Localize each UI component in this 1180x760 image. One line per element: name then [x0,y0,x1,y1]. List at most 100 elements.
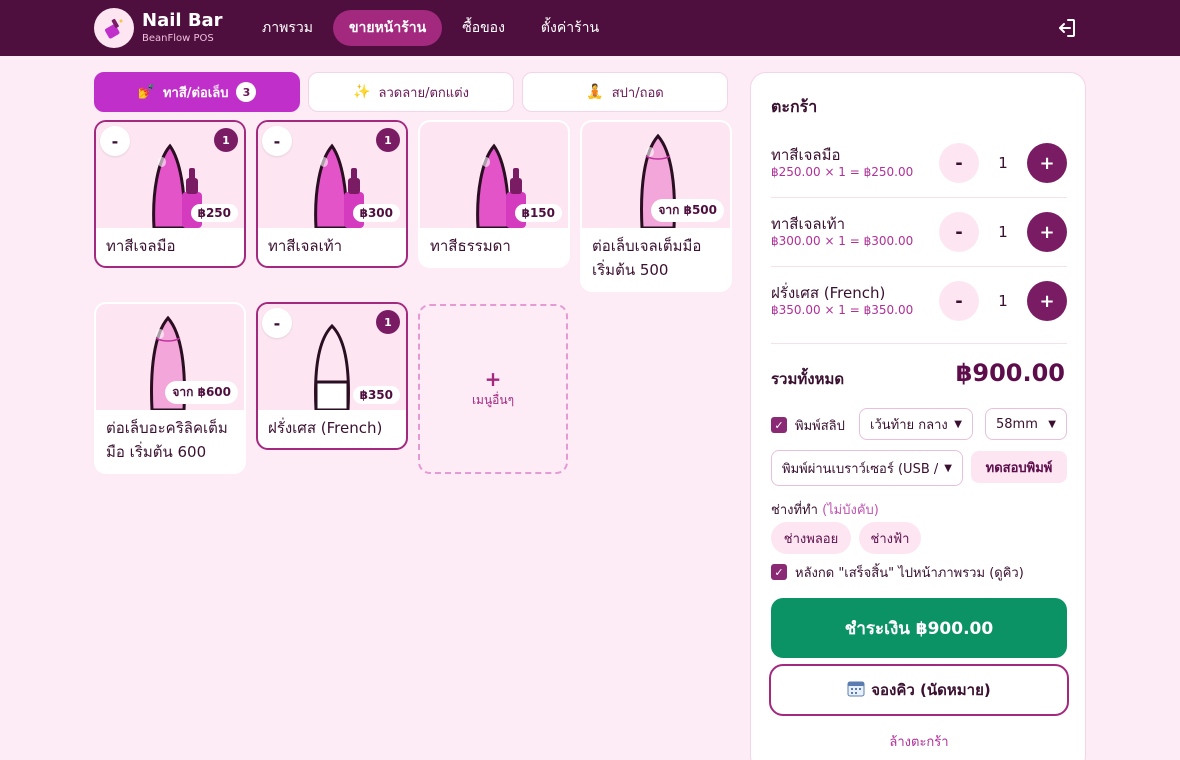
price-tag: ฿350 [352,386,400,404]
cart-item-qty: 1 [998,223,1008,241]
total-label: รวมทั้งหมด [771,370,845,388]
tab-label: ทาสี/ต่อเล็บ [162,85,229,101]
price-tag: จาก ฿600 [165,381,238,404]
quantity-badge: 1 [214,128,238,152]
cart-item-subtotal: ฿350.00 × 1 = ฿350.00 [771,303,914,317]
brand: Nail Bar BeanFlow POS [142,10,223,45]
product-name: ฝรั่งเศส (French) [268,419,383,437]
nail-polish-logo-icon [94,8,134,48]
divider [771,343,1067,344]
brand-subtitle: BeanFlow POS [142,33,214,44]
total-value: ฿900.00 [955,359,1065,387]
printer-select-value: พิมพ์ผ่านเบราว์เซอร์ (USB / [782,461,939,477]
product-card-gel-foot[interactable]: - 1 ฿300 ทาสีเจลเท้า [256,120,408,268]
technician-chip-ploy[interactable]: ช่างพลอย [771,522,851,554]
product-card-gel-hand[interactable]: - 1 ฿250 ทาสีเจลมือ [94,120,246,268]
product-image: ฿150 [420,122,568,228]
top-bar: Nail Bar BeanFlow POS ภาพรวม ขายหน้าร้าน… [0,0,1180,56]
paper-size-select[interactable]: 58mm ▼ [985,408,1067,440]
decrease-button[interactable]: - [939,281,979,321]
product-name: ต่อเล็บอะคริลิคเต็มมือ เริ่มต้น 600 [106,419,228,461]
print-slip-label: พิมพ์สลิป [795,419,845,434]
go-overview-label: หลังกด "เสร็จสิ้น" ไปหน้าภาพรวม (ดูคิว) [795,566,1024,581]
cart-item-name: ทาสีเจลเท้า [771,215,846,233]
chevron-down-icon: ▼ [1048,418,1056,430]
product-name: ต่อเล็บเจลเต็มมือ เริ่มต้น 500 [592,237,702,279]
chevron-down-icon: ▼ [944,462,952,474]
increase-button[interactable]: + [1027,143,1067,183]
decrease-button[interactable]: - [262,308,292,338]
product-name: ทาสีธรรมดา [430,237,511,255]
cart-item-subtotal: ฿250.00 × 1 = ฿250.00 [771,165,914,179]
meditation-icon: 🧘 [586,84,604,100]
product-image: จาก ฿500 [582,122,730,228]
book-appointment-button[interactable]: จองคิว (นัดหมาย) [769,664,1069,716]
margin-select-value: เว้นท้าย กลาง [870,417,948,433]
tab-polish-extension[interactable]: 💅 ทาสี/ต่อเล็บ 3 [94,72,300,112]
printer-select[interactable]: พิมพ์ผ่านเบราว์เซอร์ (USB / ▼ [771,450,963,486]
nail-polish-icon: 💅 [137,84,155,100]
clear-cart-link[interactable]: ล้างตะกร้า [751,731,1087,752]
book-appointment-label: จองคิว (นัดหมาย) [871,681,991,699]
technician-label-text: ช่างที่ทำ [771,503,818,518]
decrease-button[interactable]: - [100,126,130,156]
product-name: ทาสีเจลเท้า [268,237,343,255]
price-tag: ฿250 [190,204,238,222]
cart-item: ทาสีเจลเท้า ฿300.00 × 1 = ฿300.00 - 1 + [771,212,1067,272]
tab-label: สปา/ถอด [611,85,664,101]
cart-item-name: ทาสีเจลมือ [771,146,841,164]
product-image: จาก ฿600 [96,304,244,410]
product-card-french[interactable]: - 1 ฿350 ฝรั่งเศส (French) [256,302,408,450]
brand-name: Nail Bar [142,10,223,31]
product-image: - 1 ฿350 [258,304,406,410]
cart-item-qty: 1 [998,154,1008,172]
nav-purchase[interactable]: ซื้อของ [446,10,521,46]
technician-chip-fah[interactable]: ช่างฟ้า [859,522,921,554]
paper-size-value: 58mm [996,416,1038,432]
pay-button[interactable]: ชำระเงิน ฿900.00 [771,598,1067,658]
cart-title: ตะกร้า [771,97,818,116]
product-image: - 1 ฿300 [258,122,406,228]
cart-item: ทาสีเจลมือ ฿250.00 × 1 = ฿250.00 - 1 + [771,143,1067,203]
product-name: ทาสีเจลมือ [106,237,176,255]
main-nav: ภาพรวม ขายหน้าร้าน ซื้อของ ตั้งค่าร้าน [246,10,619,46]
tab-label: ลวดลาย/ตกแต่ง [378,85,469,101]
cart-panel: ตะกร้า ทาสีเจลมือ ฿250.00 × 1 = ฿250.00 … [750,72,1086,760]
calendar-icon [847,679,865,701]
decrease-button[interactable]: - [939,212,979,252]
price-tag: ฿300 [352,204,400,222]
cart-item-name: ฝรั่งเศส (French) [771,284,886,302]
sparkles-icon: ✨ [353,84,371,100]
test-print-button[interactable]: ทดสอบพิมพ์ [971,451,1067,483]
product-card-gel-extension[interactable]: จาก ฿500 ต่อเล็บเจลเต็มมือ เริ่มต้น 500 [580,120,732,292]
increase-button[interactable]: + [1027,281,1067,321]
go-overview-checkbox[interactable]: ✓ [771,564,787,580]
nav-pos[interactable]: ขายหน้าร้าน [332,10,443,46]
nav-shop-settings[interactable]: ตั้งค่าร้าน [525,10,615,46]
chevron-down-icon: ▼ [954,418,962,430]
cart-item-qty: 1 [998,292,1008,310]
print-slip-checkbox[interactable]: ✓ [771,417,787,433]
category-tabs: 💅 ทาสี/ต่อเล็บ 3 ✨ ลวดลาย/ตกแต่ง 🧘 สปา/ถ… [94,72,728,112]
technician-optional: (ไม่บังคับ) [822,503,879,518]
margin-select[interactable]: เว้นท้าย กลาง ▼ [859,408,973,440]
logout-icon[interactable] [1054,16,1078,40]
decrease-button[interactable]: - [262,126,292,156]
divider [771,197,1067,198]
quantity-badge: 1 [376,128,400,152]
technician-label: ช่างที่ทำ (ไม่บังคับ) [771,499,879,520]
product-image: - 1 ฿250 [96,122,244,228]
product-card-regular-polish[interactable]: ฿150 ทาสีธรรมดา [418,120,570,268]
product-card-acrylic-extension[interactable]: จาก ฿600 ต่อเล็บอะคริลิคเต็มมือ เริ่มต้น… [94,302,246,474]
nav-overview[interactable]: ภาพรวม [246,10,329,46]
divider [771,266,1067,267]
add-other-menu-button[interactable]: + เมนูอื่นๆ [418,304,568,474]
price-tag: ฿150 [514,204,562,222]
tab-spa-removal[interactable]: 🧘 สปา/ถอด [522,72,728,112]
cart-item: ฝรั่งเศส (French) ฿350.00 × 1 = ฿350.00 … [771,281,1067,341]
plus-icon: + [484,366,502,391]
decrease-button[interactable]: - [939,143,979,183]
add-other-menu-label: เมนูอื่นๆ [471,392,515,407]
tab-nail-art[interactable]: ✨ ลวดลาย/ตกแต่ง [308,72,514,112]
increase-button[interactable]: + [1027,212,1067,252]
